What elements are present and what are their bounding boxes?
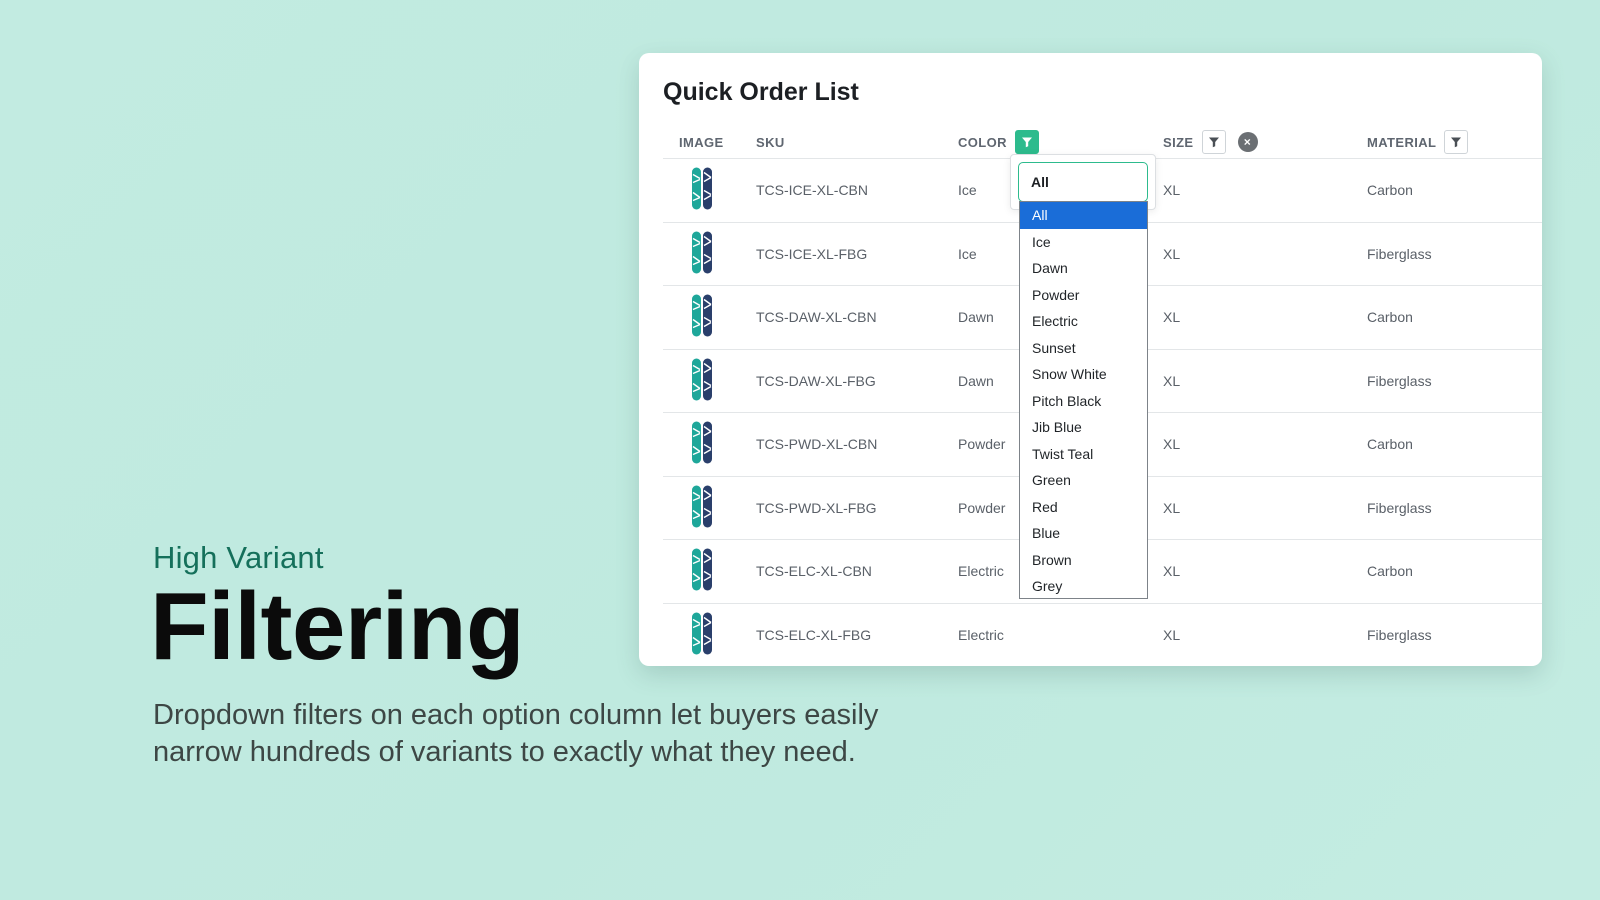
- product-thumbnail: [691, 167, 713, 214]
- color-option-red[interactable]: Red: [1020, 494, 1147, 521]
- card-title: Quick Order List: [663, 78, 859, 106]
- row-size: XL: [1163, 245, 1181, 262]
- row-sku: TCS-ELC-XL-CBN: [756, 563, 872, 580]
- row-size: XL: [1163, 436, 1181, 453]
- row-size: XL: [1163, 182, 1181, 199]
- filter-icon: [1208, 137, 1219, 148]
- column-header-color: COLOR: [958, 130, 1039, 154]
- row-size: XL: [1163, 372, 1181, 389]
- color-option-grey[interactable]: Grey: [1020, 573, 1147, 600]
- snowboard-image: [692, 485, 712, 528]
- column-header-material: MATERIAL: [1367, 130, 1469, 154]
- color-option-pitch-black[interactable]: Pitch Black: [1020, 388, 1147, 415]
- snowboard-image: [692, 231, 712, 274]
- color-option-brown[interactable]: Brown: [1020, 547, 1147, 574]
- hero-headline: Filtering: [150, 573, 525, 680]
- snowboard-image: [692, 612, 712, 655]
- snowboard-image: [692, 421, 712, 464]
- product-thumbnail: [691, 612, 713, 659]
- row-sku: TCS-PWD-XL-FBG: [756, 499, 877, 516]
- row-sku: TCS-ICE-XL-FBG: [756, 245, 868, 262]
- row-sku: TCS-ELC-XL-FBG: [756, 627, 872, 644]
- snowboard-image: [692, 294, 712, 337]
- column-header-color-label: COLOR: [958, 134, 1007, 150]
- row-color: Ice: [958, 245, 977, 262]
- color-filter-options: All Ice Dawn Powder Electric Sunset Snow…: [1019, 201, 1148, 599]
- row-size: XL: [1163, 563, 1181, 580]
- row-sku: TCS-DAW-XL-FBG: [756, 372, 876, 389]
- product-thumbnail: [691, 230, 713, 277]
- filter-icon: [1021, 137, 1032, 148]
- row-sku: TCS-DAW-XL-CBN: [756, 309, 877, 326]
- row-size: XL: [1163, 309, 1181, 326]
- row-color: Electric: [958, 627, 1004, 644]
- row-color: Dawn: [958, 372, 994, 389]
- column-header-material-label: MATERIAL: [1367, 134, 1437, 150]
- color-filter-button[interactable]: [1014, 130, 1039, 154]
- product-thumbnail: [691, 421, 713, 468]
- product-thumbnail: [691, 484, 713, 531]
- product-thumbnail: [691, 357, 713, 404]
- color-option-sunset[interactable]: Sunset: [1020, 335, 1147, 362]
- row-color: Powder: [958, 436, 1006, 453]
- row-material: Fiberglass: [1367, 245, 1432, 262]
- size-filter-button[interactable]: [1201, 130, 1226, 154]
- color-option-snow-white[interactable]: Snow White: [1020, 361, 1147, 388]
- color-filter-select[interactable]: All: [1018, 162, 1148, 202]
- column-header-size: SIZE ×: [1163, 130, 1258, 154]
- row-material: Fiberglass: [1367, 499, 1432, 516]
- filter-icon: [1451, 137, 1462, 148]
- color-option-powder[interactable]: Powder: [1020, 282, 1147, 309]
- snowboard-image: [692, 548, 712, 591]
- row-color: Dawn: [958, 309, 994, 326]
- column-header-size-label: SIZE: [1163, 134, 1194, 150]
- row-color: Electric: [958, 563, 1004, 580]
- color-option-twist-teal[interactable]: Twist Teal: [1020, 441, 1147, 468]
- size-filter-clear-button[interactable]: ×: [1237, 132, 1258, 152]
- row-material: Fiberglass: [1367, 372, 1432, 389]
- color-option-dawn[interactable]: Dawn: [1020, 255, 1147, 282]
- row-material: Carbon: [1367, 563, 1413, 580]
- table-row[interactable]: TCS-ELC-XL-FBG Electric XL Fiberglass: [663, 604, 1542, 667]
- row-size: XL: [1163, 499, 1181, 516]
- row-color: Powder: [958, 499, 1006, 516]
- column-header-sku: SKU: [756, 130, 785, 154]
- row-color: Ice: [958, 182, 977, 199]
- color-option-jib-blue[interactable]: Jib Blue: [1020, 414, 1147, 441]
- product-thumbnail: [691, 294, 713, 341]
- row-sku: TCS-ICE-XL-CBN: [756, 182, 869, 199]
- column-header-image-label: IMAGE: [679, 134, 724, 150]
- row-size: XL: [1163, 627, 1181, 644]
- hero-kicker: High Variant: [153, 540, 324, 575]
- color-option-blue[interactable]: Blue: [1020, 520, 1147, 547]
- color-option-ice[interactable]: Ice: [1020, 229, 1147, 256]
- snowboard-image: [692, 167, 712, 210]
- row-material: Fiberglass: [1367, 627, 1432, 644]
- color-option-all[interactable]: All: [1020, 202, 1147, 229]
- material-filter-button[interactable]: [1444, 130, 1469, 154]
- column-header-image: IMAGE: [679, 130, 724, 154]
- product-thumbnail: [691, 548, 713, 595]
- color-option-green[interactable]: Green: [1020, 467, 1147, 494]
- row-material: Carbon: [1367, 309, 1413, 326]
- row-material: Carbon: [1367, 436, 1413, 453]
- row-sku: TCS-PWD-XL-CBN: [756, 436, 878, 453]
- snowboard-image: [692, 358, 712, 401]
- color-option-electric[interactable]: Electric: [1020, 308, 1147, 335]
- column-header-sku-label: SKU: [756, 134, 785, 150]
- hero-description: Dropdown filters on each option column l…: [153, 699, 879, 768]
- row-material: Carbon: [1367, 182, 1413, 199]
